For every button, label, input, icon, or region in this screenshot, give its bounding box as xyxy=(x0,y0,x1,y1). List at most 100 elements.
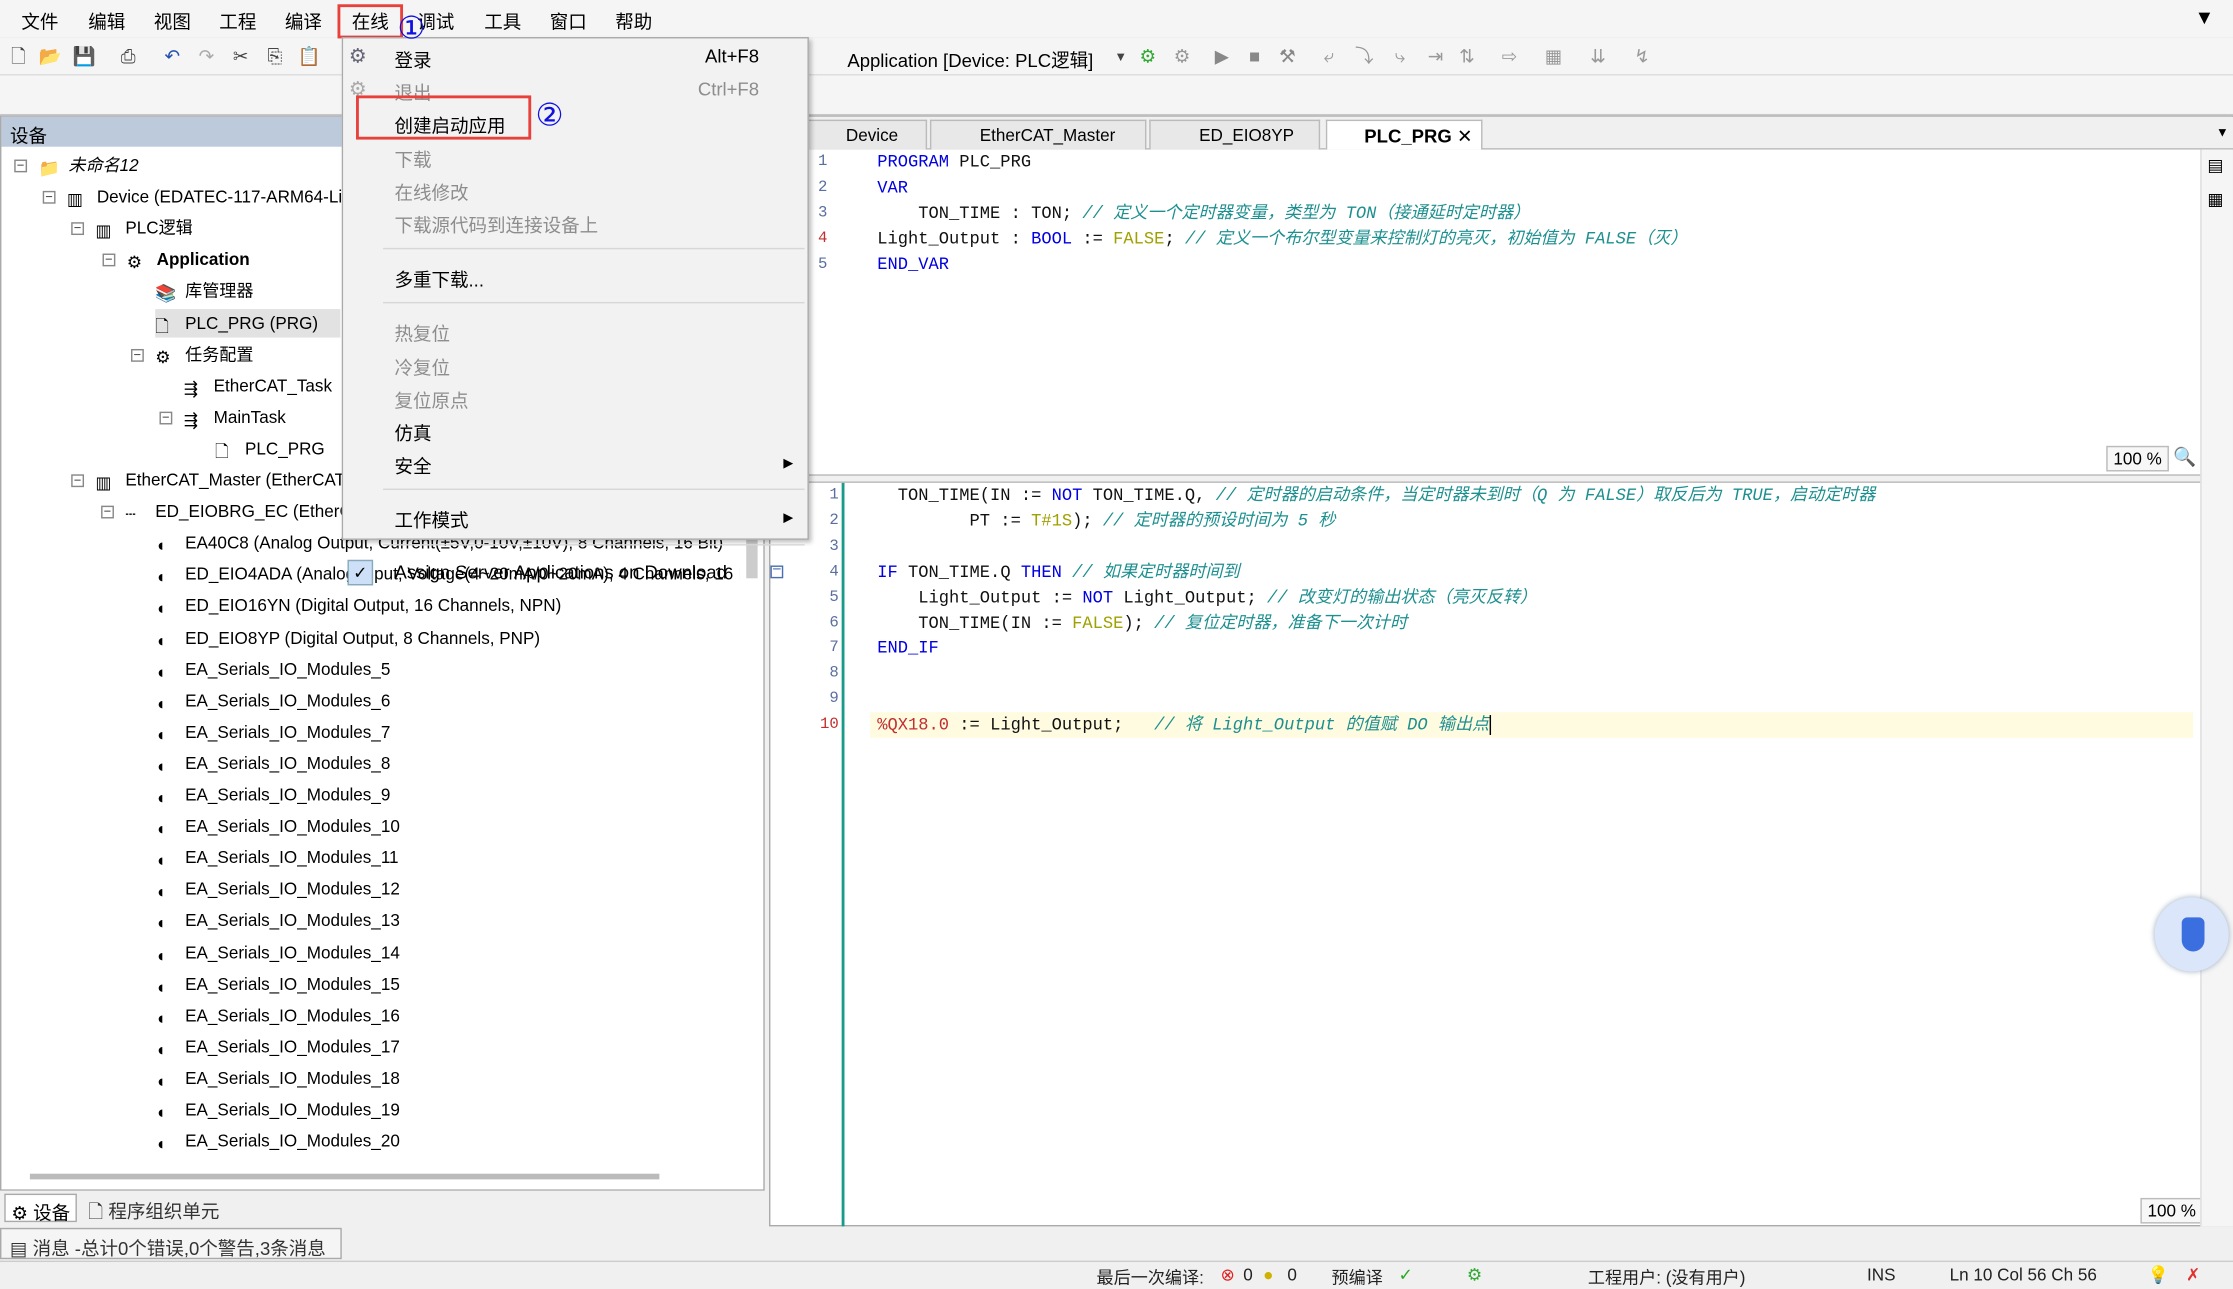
zoom-icon[interactable]: 🔍 xyxy=(2173,446,2196,469)
tab-device[interactable]: Device xyxy=(801,119,928,150)
step-into-icon[interactable]: ⤷ xyxy=(1388,46,1411,69)
next-statement-icon[interactable]: ⇨ xyxy=(1498,46,1521,69)
menu-item[interactable]: 仿真 xyxy=(343,415,807,446)
print-icon[interactable]: ⎙ xyxy=(117,46,140,69)
tree-item[interactable]: ◖ EA_Serials_IO_Modules_10 xyxy=(155,812,400,840)
chevron-down-icon[interactable]: ▼ xyxy=(1109,46,1132,69)
step-over-icon[interactable]: ⤵ xyxy=(1353,46,1376,69)
code-line[interactable]: END_IF xyxy=(877,636,939,662)
code-line[interactable]: Light_Output : BOOL := FALSE; // 定义一个布尔型… xyxy=(877,226,1687,252)
breakpoint-icon[interactable]: ⤶ xyxy=(1317,46,1340,69)
stop-icon[interactable]: ■ xyxy=(1243,46,1266,69)
login-icon[interactable]: ⚙ xyxy=(1136,46,1159,69)
menu-item[interactable]: 在线修改 xyxy=(343,173,807,204)
tree-item[interactable]: ◖ EA_Serials_IO_Modules_11 xyxy=(155,844,398,872)
menu-8[interactable]: 窗口 xyxy=(550,7,587,34)
undo-icon[interactable]: ↶ xyxy=(161,46,184,69)
open-folder-icon[interactable]: 📂 xyxy=(38,46,61,69)
menu-item[interactable]: 下载 xyxy=(343,140,807,171)
menu-item[interactable]: 多重下载... xyxy=(343,261,807,292)
chevron-down-icon[interactable]: ▼ xyxy=(2216,125,2229,139)
code-line[interactable]: TON_TIME : TON; // 定义一个定时器变量，类型为 TON（接通延… xyxy=(877,201,1530,227)
collapse-icon[interactable]: − xyxy=(102,253,116,267)
tree-item[interactable]: ◖ EA_Serials_IO_Modules_20 xyxy=(155,1127,400,1155)
code-line[interactable]: TON_TIME(IN := NOT TON_TIME.Q, // 定时器的启动… xyxy=(877,483,1876,509)
tree-item[interactable]: ▥ Device (EDATEC-117-ARM64-Linux xyxy=(67,182,370,210)
tree-item[interactable]: 🗋 PLC_PRG (PRG) xyxy=(155,308,341,337)
tree-item[interactable]: ⚙ 任务配置 xyxy=(155,340,253,368)
tree-item[interactable]: ⇶ MainTask xyxy=(184,403,286,431)
tree-item[interactable]: ┄ ED_EIOBRG_EC (EtherCA xyxy=(125,497,363,525)
menu-item[interactable]: 工作模式 ▶ xyxy=(343,502,807,533)
declaration-editor[interactable]: 1 PROGRAM PLC_PRG 2 VAR 3 TON_TIME : TON; //… xyxy=(770,150,2200,475)
implementation-editor[interactable]: − 1 TON_TIME(IN := NOT TON_TIME.Q, // 定时… xyxy=(770,482,2200,1227)
collapse-icon[interactable]: − xyxy=(14,159,28,173)
monitor-icon[interactable]: ▦ xyxy=(1542,46,1565,69)
menu-0[interactable]: 文件 xyxy=(21,7,58,34)
tree-item[interactable]: ◖ EA_Serials_IO_Modules_13 xyxy=(155,906,400,934)
tab-ed-eio8yp[interactable]: ED_EIO8YP xyxy=(1149,119,1321,150)
tree-item[interactable]: ⇶ EtherCAT_Task xyxy=(184,371,332,399)
menu-9[interactable]: 帮助 xyxy=(615,7,652,34)
tree-item[interactable]: ◖ EA_Serials_IO_Modules_12 xyxy=(155,875,400,903)
tree-item[interactable]: ▥ PLC逻辑 xyxy=(95,214,192,242)
tree-item[interactable]: ◖ ED_EIO16YN (Digital Output, 16 Channels… xyxy=(155,592,561,620)
menu-7[interactable]: 工具 xyxy=(484,7,521,34)
tree-item[interactable]: ◖ ED_EIO8YP (Digital Output, 8 Channels, … xyxy=(155,623,540,651)
code-line[interactable]: %QX18.0 := Light_Output; // 将 Light_Outp… xyxy=(870,712,2194,738)
code-line[interactable]: VAR xyxy=(877,175,908,201)
tab-ethercat-master[interactable]: EtherCAT_Master xyxy=(929,119,1147,150)
menu-1[interactable]: 编辑 xyxy=(88,7,125,34)
zoom-level-top[interactable]: 100 % xyxy=(2106,445,2169,472)
redo-icon[interactable]: ↷ xyxy=(195,46,218,69)
menu-2[interactable]: 视图 xyxy=(154,7,191,34)
tree-item[interactable]: ◖ EA_Serials_IO_Modules_6 xyxy=(155,686,390,714)
unforce-icon[interactable]: ↯ xyxy=(1631,46,1654,69)
code-line[interactable]: TON_TIME(IN := FALSE); // 复位定时器，准备下一次计时 xyxy=(877,610,1407,636)
horizontal-scrollbar[interactable] xyxy=(29,1173,660,1180)
tree-item[interactable]: 🗋 PLC_PRG xyxy=(215,434,325,462)
tree-item[interactable]: ▥ EtherCAT_Master (EtherCAT M xyxy=(95,466,363,494)
close-icon[interactable]: ✕ xyxy=(1457,125,1473,148)
menu-item[interactable]: 冷复位 xyxy=(343,348,807,379)
code-line[interactable]: Light_Output := NOT Light_Output; // 改变灯… xyxy=(877,585,1537,611)
paste-icon[interactable]: 📋 xyxy=(298,46,321,69)
tree-item[interactable]: ◖ EA_Serials_IO_Modules_5 xyxy=(155,655,390,683)
tab-devices[interactable]: ⚙ 设备 xyxy=(4,1193,78,1224)
collapse-icon[interactable]: − xyxy=(71,474,85,488)
assistant-button[interactable] xyxy=(2154,897,2229,972)
collapse-icon[interactable]: − xyxy=(101,505,114,519)
properties-icon[interactable]: ▤ xyxy=(2207,155,2223,175)
tree-item[interactable]: ◖ EA_Serials_IO_Modules_19 xyxy=(155,1095,400,1123)
application-selector[interactable]: Application [Device: PLC逻辑] xyxy=(847,46,1093,73)
collapse-icon[interactable]: − xyxy=(42,190,56,204)
tree-item[interactable]: ⚙ Application xyxy=(127,245,250,273)
tab-pou[interactable]: 🗋 程序组织单元 xyxy=(83,1194,226,1222)
tree-item[interactable]: ◖ EA_Serials_IO_Modules_15 xyxy=(155,969,400,997)
tree-item[interactable]: 📁 未命名12 xyxy=(38,151,138,179)
step-out-icon[interactable]: ⇥ xyxy=(1424,46,1447,69)
code-line[interactable]: END_VAR xyxy=(877,252,949,278)
menu-item[interactable]: Assign Server Applications on Download ✓ xyxy=(343,556,807,587)
tree-item[interactable]: ◖ EA_Serials_IO_Modules_7 xyxy=(155,718,390,746)
tree-item[interactable]: ◖ EA_Serials_IO_Modules_8 xyxy=(155,749,390,777)
cut-icon[interactable]: ✂ xyxy=(229,46,252,69)
tree-item[interactable]: ◖ EA_Serials_IO_Modules_16 xyxy=(155,1001,400,1029)
tree-item[interactable]: ◖ EA_Serials_IO_Modules_14 xyxy=(155,938,400,966)
write-values-icon[interactable]: ⇅ xyxy=(1455,46,1478,69)
copy-icon[interactable]: ⎘ xyxy=(263,46,286,69)
tree-item[interactable]: 📚 库管理器 xyxy=(155,277,253,305)
logout-icon[interactable]: ⚙ xyxy=(1171,46,1194,69)
new-file-icon[interactable]: 🗋 xyxy=(7,46,30,69)
code-line[interactable]: PROGRAM PLC_PRG xyxy=(877,150,1031,176)
menu-item[interactable]: 热复位 xyxy=(343,315,807,346)
run-icon[interactable]: ▶ xyxy=(1210,46,1233,69)
save-icon[interactable]: 💾 xyxy=(73,46,96,69)
tree-item[interactable]: ◖ EA_Serials_IO_Modules_17 xyxy=(155,1032,400,1060)
filter-icon[interactable]: ▼ xyxy=(2195,6,2215,29)
code-line[interactable]: PT := T#1S); // 定时器的预设时间为 5 秒 xyxy=(877,508,1336,534)
tree-item[interactable]: ◖ EA_Serials_IO_Modules_9 xyxy=(155,781,390,809)
editor-splitter[interactable] xyxy=(770,474,2233,483)
reset-icon[interactable]: ⚒ xyxy=(1276,46,1299,69)
collapse-icon[interactable]: − xyxy=(159,411,173,425)
